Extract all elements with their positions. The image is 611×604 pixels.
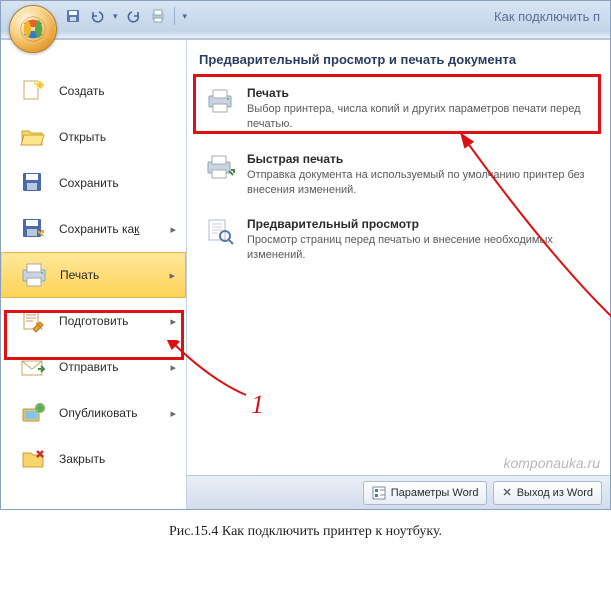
menu-item-close[interactable]: Закрыть: [1, 436, 186, 482]
menu-item-label: Отправить: [59, 360, 119, 374]
options-icon: [372, 486, 386, 500]
option-description: Выбор принтера, числа копий и других пар…: [247, 102, 594, 132]
open-icon: [19, 124, 47, 150]
menu-item-label: Опубликовать: [59, 406, 137, 420]
save-icon[interactable]: [65, 8, 81, 24]
exit-word-button[interactable]: ✕ Выход из Word: [493, 481, 602, 505]
menu-item-label: Открыть: [59, 130, 106, 144]
option-title: Печать: [247, 86, 594, 100]
submenu-arrow-icon: ▸: [170, 407, 176, 420]
saveas-icon: [19, 216, 47, 242]
panel-title: Предварительный просмотр и печать докуме…: [197, 48, 600, 76]
menu-item-label: Подготовить: [59, 314, 128, 328]
undo-icon[interactable]: [89, 8, 105, 24]
option-description: Просмотр страниц перед печатью и внесени…: [247, 233, 594, 263]
save-icon: [19, 170, 47, 196]
dropdown-icon[interactable]: ▾: [113, 11, 118, 22]
new-icon: [19, 78, 47, 104]
publish-icon: [19, 400, 47, 426]
preview-icon: [203, 217, 237, 247]
menu-item-label: Создать: [59, 84, 105, 98]
prepare-icon: [19, 308, 47, 334]
menu-item-new[interactable]: Создать: [1, 68, 186, 114]
quick-access-toolbar: ▾ ▾: [65, 7, 187, 25]
panel-option-0[interactable]: Печать Выбор принтера, числа копий и друг…: [197, 76, 600, 142]
submenu-arrow-icon: ▸: [169, 269, 175, 282]
print-icon: [203, 86, 237, 116]
menu-item-label: Сохранить как: [59, 222, 139, 236]
menu-item-label: Закрыть: [59, 452, 105, 466]
print-icon: [20, 262, 48, 288]
bottom-bar: Параметры Word ✕ Выход из Word: [187, 475, 610, 509]
window-title: Как подключить п: [494, 9, 604, 24]
close-icon: [19, 446, 47, 472]
close-icon: ✕: [502, 486, 511, 499]
panel-option-1[interactable]: Быстрая печать Отправка документа на испо…: [197, 142, 600, 208]
figure-caption: Рис.15.4 Как подключить принтер к ноутбу…: [0, 510, 611, 548]
word-options-label: Параметры Word: [391, 487, 479, 499]
word-options-button[interactable]: Параметры Word: [363, 481, 488, 505]
menu-left-column: СоздатьОткрытьСохранитьСохранить как▸Печ…: [1, 40, 187, 509]
panel-option-2[interactable]: Предварительный просмотр Просмотр страниц…: [197, 207, 600, 273]
option-description: Отправка документа на используемый по ум…: [247, 168, 594, 198]
menu-item-label: Печать: [60, 268, 99, 282]
menu-item-publish[interactable]: Опубликовать ▸: [1, 390, 186, 436]
menu-right-panel: Предварительный просмотр и печать докуме…: [187, 40, 610, 509]
print-preview-icon[interactable]: [150, 8, 166, 24]
menu-item-save[interactable]: Сохранить: [1, 160, 186, 206]
exit-word-label: Выход из Word: [517, 487, 593, 499]
option-title: Быстрая печать: [247, 152, 594, 166]
titlebar: ▾ ▾ Как подключить п: [1, 1, 610, 31]
send-icon: [19, 354, 47, 380]
redo-icon[interactable]: [126, 8, 142, 24]
submenu-arrow-icon: ▸: [170, 361, 176, 374]
office-menu: СоздатьОткрытьСохранитьСохранить как▸Печ…: [1, 39, 610, 509]
qat-customize-icon[interactable]: ▾: [183, 11, 188, 22]
quickprint-icon: [203, 152, 237, 182]
watermark: komponauka.ru: [503, 455, 600, 471]
menu-item-print[interactable]: Печать ▸: [1, 252, 186, 298]
office-button[interactable]: [9, 5, 57, 53]
option-title: Предварительный просмотр: [247, 217, 594, 231]
ribbon-strip: [1, 31, 610, 39]
menu-item-send[interactable]: Отправить ▸: [1, 344, 186, 390]
menu-item-open[interactable]: Открыть: [1, 114, 186, 160]
menu-item-label: Сохранить: [59, 176, 119, 190]
menu-item-saveas[interactable]: Сохранить как ▸: [1, 206, 186, 252]
office-logo-icon: [18, 14, 48, 44]
submenu-arrow-icon: ▸: [170, 223, 176, 236]
separator: [174, 7, 175, 25]
menu-item-prepare[interactable]: Подготовить ▸: [1, 298, 186, 344]
app-window: ▾ ▾ Как подключить п Создать Открыть Сохра…: [0, 0, 611, 510]
submenu-arrow-icon: ▸: [170, 315, 176, 328]
